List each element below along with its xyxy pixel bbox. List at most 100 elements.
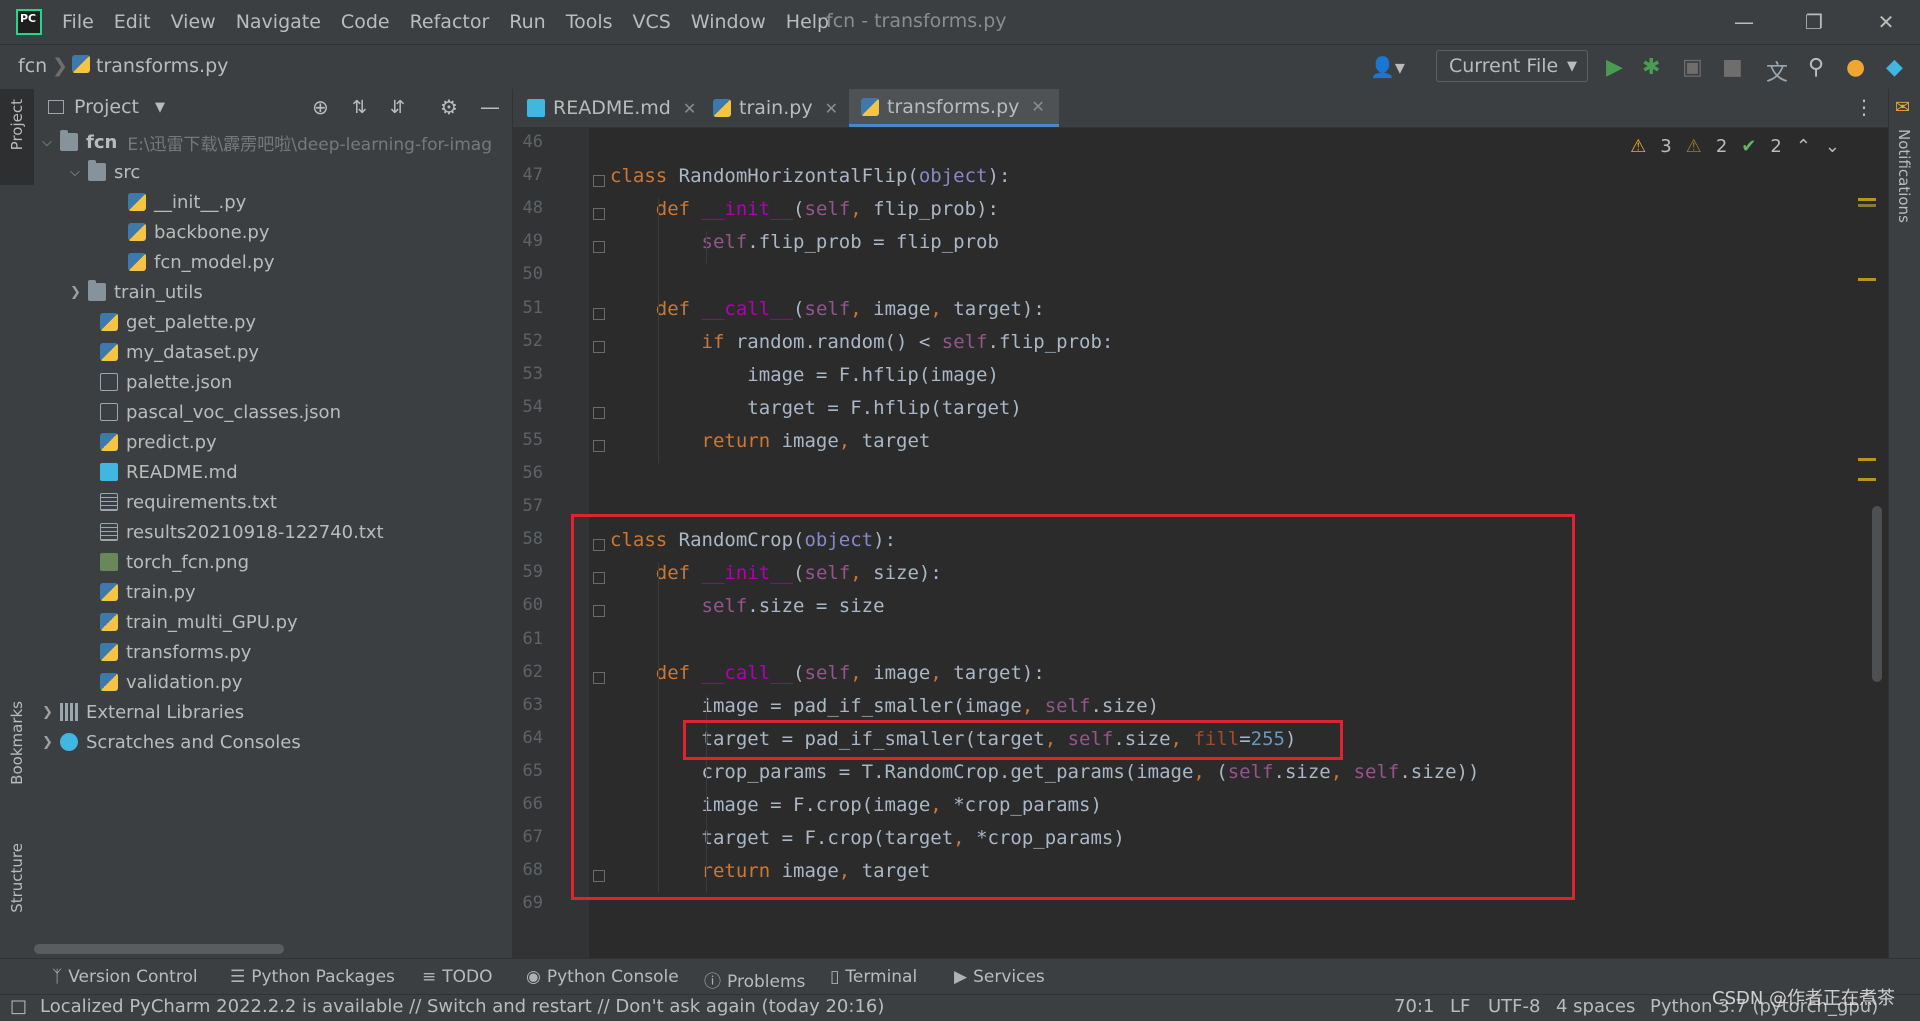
project-horizontal-scrollbar[interactable] (34, 944, 284, 954)
code-line[interactable]: def __init__(self, flip_prob): (610, 198, 999, 220)
todo-button[interactable]: ≡ TODO (422, 967, 493, 987)
notifications-tool-button[interactable]: Notifications (1895, 129, 1913, 223)
tree-item-file[interactable]: requirements.txt (100, 487, 277, 517)
tree-item-file[interactable]: backbone.py (128, 217, 270, 247)
code-with-me-icon[interactable]: ◆ (1886, 55, 1903, 80)
menu-navigate[interactable]: Navigate (236, 11, 321, 33)
fold-marker-icon[interactable] (593, 340, 605, 353)
bookmarks-tool-button[interactable]: Bookmarks (8, 701, 26, 785)
warning-stripe-mark[interactable] (1858, 278, 1876, 281)
breadcrumb-project[interactable]: fcn (18, 55, 47, 77)
stop-icon[interactable]: ■ (1722, 55, 1743, 80)
services-button[interactable]: ▶ Services (954, 967, 1045, 987)
translate-icon[interactable]: 文 (1766, 55, 1788, 87)
expand-all-icon[interactable]: ⇅ (352, 97, 367, 118)
tree-item-file[interactable]: README.md (100, 457, 238, 487)
chevron-down-icon[interactable]: ▼ (155, 100, 165, 115)
restore-button[interactable]: ❐ (1792, 6, 1836, 38)
python-packages-button[interactable]: ☰ Python Packages (230, 967, 395, 987)
tree-item-file[interactable]: validation.py (100, 667, 242, 697)
fold-marker-icon[interactable] (593, 439, 605, 452)
indent-setting[interactable]: 4 spaces (1556, 996, 1635, 1017)
code-line[interactable]: class RandomHorizontalFlip(object): (610, 165, 1010, 187)
menu-tools[interactable]: Tools (566, 11, 613, 33)
tree-item-root[interactable]: ⌵ fcn E:\迅雷下载\霹雳吧啦\deep-learning-for-ima… (42, 127, 492, 157)
tree-item-file[interactable]: train_multi_GPU.py (100, 607, 298, 637)
line-separator[interactable]: LF (1450, 996, 1470, 1017)
tree-item-file[interactable]: transforms.py (100, 637, 251, 667)
status-panel-icon[interactable]: □ (10, 996, 27, 1017)
minimize-button[interactable]: — (1722, 6, 1766, 38)
code-line[interactable]: image = F.hflip(image) (610, 364, 999, 386)
debug-icon[interactable]: ✱ (1642, 55, 1660, 80)
tree-item-file[interactable]: predict.py (100, 427, 217, 457)
fold-marker-icon[interactable] (593, 406, 605, 419)
code-line[interactable]: target = F.hflip(target) (610, 397, 1022, 419)
inspection-widget[interactable]: ⚠ 3 ⚠ 2 ✔ 2 ⌃ ⌄ (1630, 136, 1840, 157)
coverage-icon[interactable]: ▣ (1682, 55, 1703, 80)
code-editor[interactable]: 46 47 48 49 50 51 52 53 54 55 56 57 58 59 60 61 62 63 64 65… (513, 128, 1888, 958)
close-icon[interactable]: ✕ (825, 99, 838, 118)
notifications-bell-icon[interactable]: ✉ (1895, 97, 1910, 118)
tree-item-external-libraries[interactable]: ❯ External Libraries (42, 697, 244, 727)
run-configuration-select[interactable]: Current File ▼ (1436, 50, 1588, 82)
python-console-button[interactable]: ◉ Python Console (526, 967, 679, 987)
tree-item-file[interactable]: torch_fcn.png (100, 547, 249, 577)
locate-file-icon[interactable]: ⊕ (312, 95, 329, 119)
tree-item-file[interactable]: fcn_model.py (128, 247, 275, 277)
tab-transforms[interactable]: transforms.py ✕ (849, 89, 1059, 127)
fold-marker-icon[interactable] (593, 175, 605, 188)
project-view-label[interactable]: Project (74, 96, 139, 118)
code-line[interactable]: if random.random() < self.flip_prob: (610, 331, 1114, 353)
caret-position[interactable]: 70:1 (1394, 996, 1434, 1017)
status-message[interactable]: Localized PyCharm 2022.2.2 is available … (40, 996, 884, 1017)
search-icon[interactable]: ⚲ (1808, 55, 1824, 80)
version-control-button[interactable]: ᛉ Version Control (52, 967, 198, 987)
menu-vcs[interactable]: VCS (633, 11, 671, 33)
file-encoding[interactable]: UTF-8 (1488, 996, 1540, 1017)
tree-item-scratches[interactable]: ❯ Scratches and Consoles (42, 727, 301, 757)
fold-marker-icon[interactable] (593, 241, 605, 254)
close-icon[interactable]: ✕ (683, 99, 696, 118)
menu-edit[interactable]: Edit (114, 11, 151, 33)
code-line[interactable]: self.flip_prob = flip_prob (610, 231, 999, 253)
tree-item-file[interactable]: pascal_voc_classes.json (100, 397, 341, 427)
tree-item-file[interactable]: train.py (100, 577, 196, 607)
tree-item-file[interactable]: results20210918-122740.txt (100, 517, 384, 547)
tree-item-file[interactable]: get_palette.py (100, 307, 256, 337)
more-tabs-icon[interactable]: ⋮ (1854, 95, 1874, 119)
menu-run[interactable]: Run (509, 11, 545, 33)
warning-stripe-mark[interactable] (1858, 198, 1876, 201)
warning-stripe-mark[interactable] (1858, 204, 1876, 207)
user-icon[interactable]: 👤▾ (1370, 55, 1405, 79)
terminal-button[interactable]: ▯ Terminal (830, 967, 917, 987)
fold-marker-icon[interactable] (593, 208, 605, 221)
close-window-button[interactable]: ✕ (1864, 6, 1908, 38)
collapse-all-icon[interactable]: ⇵ (390, 97, 405, 118)
gear-icon[interactable]: ⚙ (440, 95, 458, 119)
warning-stripe-mark[interactable] (1858, 478, 1876, 481)
tree-item-file[interactable]: palette.json (100, 367, 232, 397)
menu-view[interactable]: View (171, 11, 216, 33)
project-tool-button[interactable]: Project (8, 99, 26, 150)
next-highlight-icon[interactable]: ⌄ (1825, 136, 1840, 157)
menu-help[interactable]: Help (786, 11, 829, 33)
close-icon[interactable]: ✕ (1031, 97, 1044, 116)
hide-panel-icon[interactable]: — (480, 95, 500, 119)
update-icon[interactable]: ● (1846, 55, 1865, 80)
warning-stripe-mark[interactable] (1858, 458, 1876, 461)
menu-code[interactable]: Code (341, 11, 390, 33)
structure-tool-button[interactable]: Structure (8, 843, 26, 913)
menu-file[interactable]: File (62, 11, 94, 33)
problems-button[interactable]: ⓘ Problems (704, 967, 805, 992)
menu-refactor[interactable]: Refactor (410, 11, 490, 33)
tab-train[interactable]: train.py ✕ (713, 89, 850, 127)
tab-readme[interactable]: README.md ✕ (527, 89, 708, 127)
fold-marker-icon[interactable] (593, 307, 605, 320)
tree-item-train-utils[interactable]: ❯ train_utils (70, 277, 203, 307)
menu-window[interactable]: Window (691, 11, 766, 33)
tree-item-file[interactable]: __init__.py (128, 187, 246, 217)
tree-item-file[interactable]: my_dataset.py (100, 337, 259, 367)
previous-highlight-icon[interactable]: ⌃ (1796, 136, 1811, 157)
editor-vertical-scrollbar[interactable] (1872, 506, 1882, 682)
